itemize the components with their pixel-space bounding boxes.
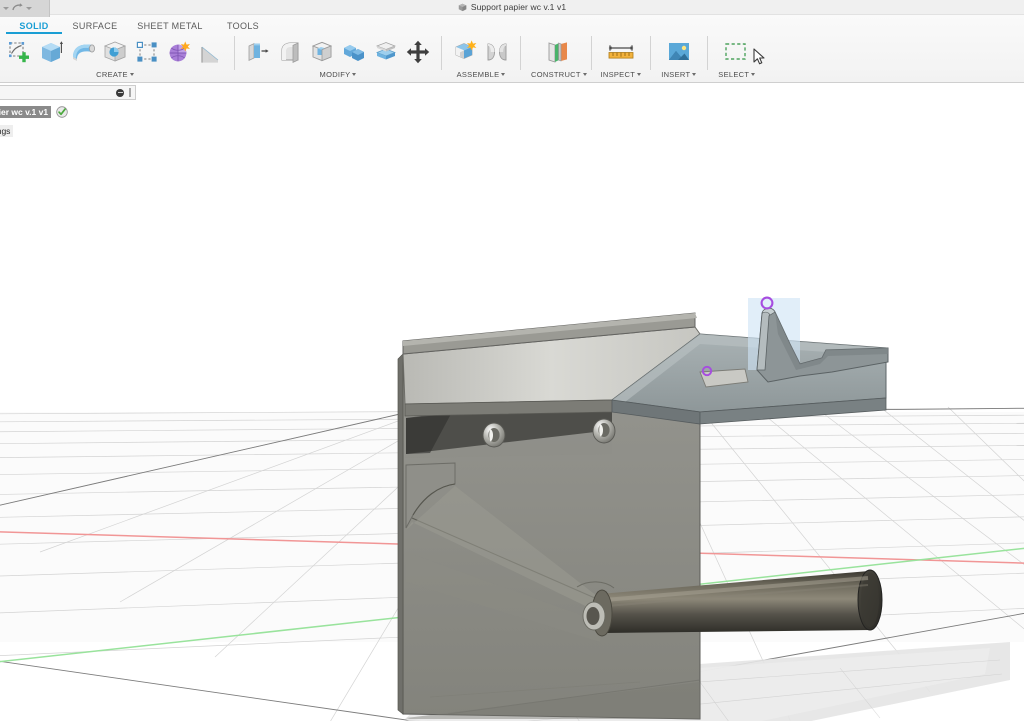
panel-divider: [590, 36, 592, 70]
panel-divider: [520, 36, 521, 70]
chevron-down-icon: [637, 73, 642, 76]
fillet-button[interactable]: [275, 36, 305, 68]
rib-button[interactable]: [196, 36, 226, 68]
panel-divider: [234, 36, 235, 70]
countersunk-hole-right: [592, 418, 616, 444]
browser-item-sketches[interactable]: tches: [0, 200, 136, 213]
panel-inspect-label[interactable]: INSPECT: [600, 70, 642, 82]
joint-button[interactable]: [482, 36, 512, 68]
panel-modify-label[interactable]: MODIFY: [320, 70, 357, 82]
browser-tree: rt papier wc v.1 v1 t Settings iews in i…: [0, 100, 136, 213]
collapse-dot-icon[interactable]: [116, 88, 124, 97]
rectangular-pattern-button[interactable]: [132, 36, 162, 68]
panel-create: CREATE: [0, 34, 230, 82]
panel-assemble-label[interactable]: ASSEMBLE: [457, 70, 506, 82]
tab-tools-label: TOOLS: [226, 21, 260, 31]
revolve-button[interactable]: [68, 36, 98, 68]
offset-plane-button[interactable]: [537, 36, 581, 68]
panel-modify: MODIFY: [239, 34, 437, 82]
panel-divider: [706, 36, 708, 70]
chevron-down-icon[interactable]: [26, 7, 32, 10]
browser-panel: rt papier wc v.1 v1 t Settings iews in i…: [0, 85, 136, 219]
tab-solid-label: SOLID: [19, 21, 49, 31]
browser-item-origin[interactable]: in: [0, 162, 136, 175]
chevron-down-icon: [501, 73, 506, 76]
3d-viewport[interactable]: [0, 82, 1024, 721]
browser-item-bodies[interactable]: ies: [0, 181, 136, 194]
browser-item-document-settings[interactable]: t Settings: [0, 124, 136, 137]
insert-image-button[interactable]: [659, 36, 699, 68]
ribbon-tab-row: SOLID SURFACE SHEET METAL TOOLS: [0, 14, 1024, 34]
chevron-down-icon: [129, 73, 134, 76]
create-sketch-button[interactable]: [4, 36, 34, 68]
create-form-button[interactable]: [164, 36, 194, 68]
countersunk-hole-left: [482, 422, 506, 448]
combine-button[interactable]: [339, 36, 369, 68]
browser-item-label: rt papier wc v.1 v1: [0, 105, 52, 118]
chevron-down-icon: [582, 73, 587, 76]
tab-tools[interactable]: TOOLS: [212, 21, 274, 34]
ribbon-panel-row: CREATE MODIFY ASSEMBLE CONSTRUCT INSPECT…: [0, 34, 1024, 82]
tab-surface[interactable]: SURFACE: [62, 21, 128, 34]
panel-insert-label[interactable]: INSERT: [661, 70, 697, 82]
panel-divider: [649, 36, 651, 70]
chevron-down-icon[interactable]: [3, 7, 9, 10]
panel-resize-handle[interactable]: [129, 88, 131, 97]
panel-divider: [441, 36, 442, 70]
shell-button[interactable]: [307, 36, 337, 68]
quick-access-toolbar[interactable]: [0, 0, 50, 17]
chevron-down-icon: [751, 73, 756, 76]
tab-sheet-metal[interactable]: SHEET METAL: [128, 21, 212, 34]
chevron-down-icon: [352, 73, 357, 76]
window-title-bar: Support papier wc v.1 v1: [0, 0, 1024, 15]
tab-solid[interactable]: SOLID: [6, 21, 62, 34]
new-component-button[interactable]: [450, 36, 480, 68]
browser-item-root[interactable]: rt papier wc v.1 v1: [0, 105, 136, 118]
move-copy-button[interactable]: [403, 36, 433, 68]
cube-icon: [458, 3, 467, 12]
extrude-button[interactable]: [36, 36, 66, 68]
panel-select-label[interactable]: SELECT: [718, 70, 756, 82]
panel-inspect: INSPECT: [596, 34, 646, 82]
select-button[interactable]: [716, 36, 758, 68]
tab-sheet-metal-label: SHEET METAL: [137, 21, 203, 31]
panel-construct-label[interactable]: CONSTRUCT: [531, 70, 587, 82]
document-title: Support papier wc v.1 v1: [470, 2, 567, 12]
viewport-scene: [0, 296, 1024, 721]
split-body-button[interactable]: [371, 36, 401, 68]
browser-item-label: t Settings: [0, 124, 14, 137]
browser-item-named-views[interactable]: iews: [0, 143, 136, 156]
press-pull-button[interactable]: [243, 36, 273, 68]
chevron-down-icon: [692, 73, 697, 76]
panel-construct: CONSTRUCT: [531, 34, 587, 82]
tab-surface-label: SURFACE: [72, 21, 118, 31]
sphere-box-button[interactable]: [100, 36, 130, 68]
panel-insert: INSERT: [655, 34, 703, 82]
panel-create-label[interactable]: CREATE: [96, 70, 134, 82]
green-check-icon: [56, 105, 68, 118]
browser-panel-header[interactable]: [0, 85, 136, 100]
measure-button[interactable]: [600, 36, 642, 68]
panel-select: SELECT: [712, 34, 762, 82]
panel-assemble: ASSEMBLE: [446, 34, 516, 82]
ribbon-toolbar: SOLID SURFACE SHEET METAL TOOLS CREATE M…: [0, 14, 1024, 83]
redo-arrow-icon[interactable]: [11, 2, 24, 16]
